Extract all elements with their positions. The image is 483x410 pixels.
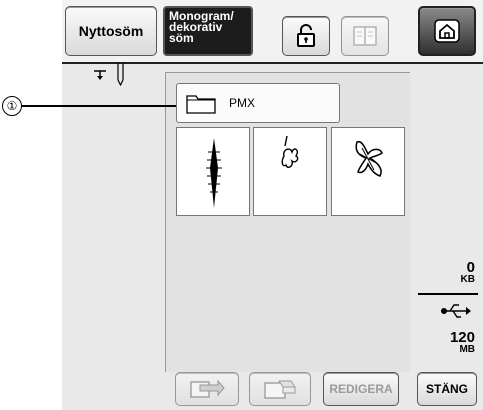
pattern-tile[interactable] — [331, 127, 405, 216]
pattern-thumbnail — [355, 140, 383, 177]
delete-icon — [264, 380, 296, 399]
pattern-tile[interactable] — [253, 127, 327, 216]
folder-icon — [186, 95, 216, 114]
memory-column — [410, 72, 483, 372]
tab-utility-stitch[interactable]: Nyttosöm — [65, 6, 157, 56]
retrieve-icon — [190, 379, 225, 398]
home-icon — [434, 19, 460, 43]
edit-button[interactable]: REDIGERA — [323, 372, 399, 406]
pattern-tile[interactable] — [176, 127, 250, 216]
callout-number: ① — [2, 96, 22, 116]
lock-button[interactable] — [282, 16, 330, 56]
pattern-thumbnail — [206, 138, 222, 208]
folder-name: PMX — [229, 96, 256, 110]
memory-used-value: 0 — [466, 259, 475, 276]
needle-position-indicator — [92, 62, 132, 87]
memory-divider — [418, 293, 478, 295]
tab-monogram-decorative[interactable]: Monogram/ dekorativ söm — [163, 6, 253, 56]
retrieve-button[interactable] — [175, 372, 239, 406]
book-icon — [353, 26, 377, 46]
delete-button[interactable] — [249, 372, 311, 406]
help-button[interactable] — [341, 16, 389, 56]
lock-icon — [297, 24, 315, 47]
needle-icon — [94, 63, 124, 87]
pattern-thumbnail — [281, 135, 299, 168]
home-button[interactable] — [418, 6, 476, 56]
memory-total: 120 MB — [449, 329, 475, 356]
usb-indicator — [440, 302, 472, 325]
usb-icon — [441, 304, 471, 318]
memory-total-value: 120 — [449, 329, 475, 346]
callout-leader-line — [22, 105, 176, 107]
memory-used-unit: KB — [460, 274, 475, 285]
folder-button[interactable]: PMX — [176, 83, 340, 123]
memory-used: 0 KB — [460, 259, 475, 286]
close-button[interactable]: STÄNG — [417, 372, 477, 406]
tab-monogram-line: söm — [169, 31, 194, 45]
